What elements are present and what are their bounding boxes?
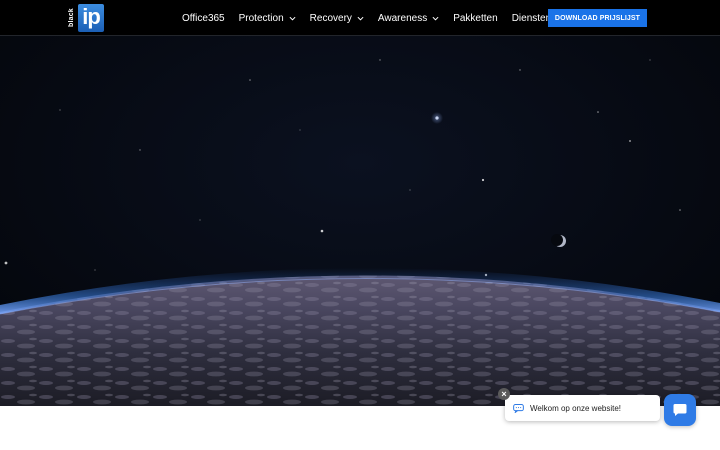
earth-from-space-image [0,0,720,406]
main-nav: Office365 Protection Recovery Awareness … [182,0,577,36]
chat-launcher-button[interactable] [664,394,696,426]
nav-item-label: Pakketten [453,12,498,24]
chat-welcome-text: Welkom op onze website! [530,403,622,413]
chevron-down-icon [357,16,364,21]
page: black ip Office365 Protection Recovery A… [0,0,720,450]
nav-item-recovery[interactable]: Recovery [310,13,364,24]
hero-banner [0,0,720,406]
chat-close-button[interactable]: × [498,388,510,400]
chat-bubble-icon [513,403,524,413]
blackip-logo[interactable]: black ip [66,4,104,32]
nav-item-protection[interactable]: Protection [239,13,296,24]
chat-welcome-bubble[interactable]: Welkom op onze website! [505,395,660,421]
nav-item-label: Recovery [309,12,352,24]
chat-icon [673,404,687,416]
chevron-down-icon [289,16,296,21]
logo-side-text: black [68,8,75,28]
site-header: black ip Office365 Protection Recovery A… [0,0,720,36]
nav-item-awareness[interactable]: Awareness [378,13,439,24]
nav-item-label: Office365 [182,12,225,24]
nav-item-office365[interactable]: Office365 [182,13,225,24]
download-pricelist-button[interactable]: DOWNLOAD PRIJSLIJST [548,9,647,27]
nav-item-label: Awareness [377,12,428,24]
logo-main-text: ip [78,4,104,32]
chevron-down-icon [432,16,439,21]
nav-item-pakketten[interactable]: Pakketten [453,13,497,24]
nav-item-label: Protection [238,12,284,24]
nav-item-label: Diensten [511,12,552,24]
